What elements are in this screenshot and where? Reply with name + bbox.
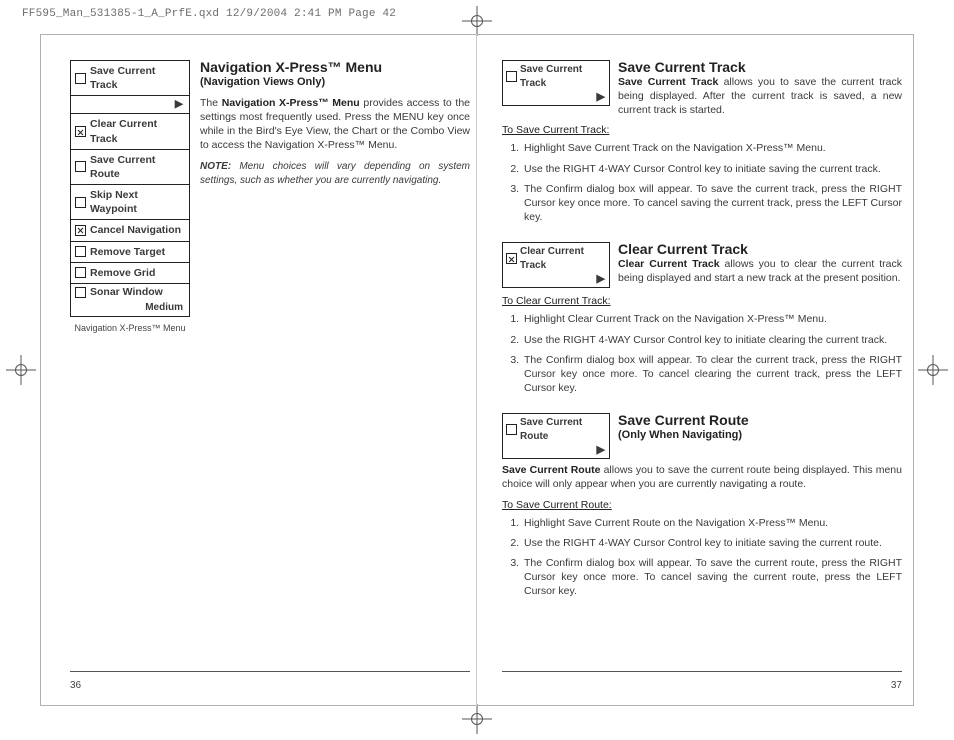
step-item: The Confirm dialog box will appear. To s… <box>522 556 902 599</box>
mini-menu-label: Save Current Route <box>520 416 606 443</box>
figure-caption: Navigation X-Press™ Menu <box>70 322 190 334</box>
menu-item-label: Remove Grid <box>90 266 155 280</box>
mini-menu-clear-track: Clear Current Track ▶ <box>502 242 610 288</box>
section-title: Save Current Route <box>618 413 902 428</box>
arrow-icon: ▶ <box>175 97 183 111</box>
save-track-icon <box>75 73 86 84</box>
step-item: Use the RIGHT 4-WAY Cursor Control key t… <box>522 162 902 176</box>
page-number-left: 36 <box>70 679 81 693</box>
clear-track-icon <box>75 126 86 137</box>
registration-mark-left <box>6 355 36 385</box>
note-paragraph: NOTE: Menu choices will vary depending o… <box>200 160 470 187</box>
menu-item: Skip Next Waypoint <box>71 185 189 220</box>
page-number-right: 37 <box>891 679 902 693</box>
remove-grid-icon <box>75 267 86 278</box>
menu-item: Clear Current Track <box>71 114 189 149</box>
menu-item-label: Save Current Route <box>90 153 185 181</box>
mini-menu-save-track: Save Current Track ▶ <box>502 60 610 106</box>
section-subtitle: (Only When Navigating) <box>618 428 902 443</box>
lead-paragraph: Clear Current Track allows you to clear … <box>618 257 902 285</box>
cancel-nav-icon <box>75 225 86 236</box>
save-route-icon <box>75 161 86 172</box>
menu-item-label: Save Current Track <box>90 64 185 92</box>
menu-item-label: Clear Current Track <box>90 117 185 145</box>
steps-list: Highlight Save Current Route on the Navi… <box>502 516 902 599</box>
lead-paragraph: Save Current Route allows you to save th… <box>502 463 902 491</box>
menu-item-label: Skip Next Waypoint <box>90 188 185 216</box>
section-save-route: Save Current Route ▶ Save Current Route … <box>502 413 902 598</box>
menu-item-sonar: Sonar Window Medium <box>71 284 189 317</box>
registration-mark-top <box>462 6 492 36</box>
steps-list: Highlight Save Current Track on the Navi… <box>502 141 902 224</box>
registration-mark-right <box>918 355 948 385</box>
menu-item: Save Current Track <box>71 61 189 96</box>
step-item: Highlight Save Current Track on the Navi… <box>522 141 902 155</box>
arrow-icon: ▶ <box>503 445 609 458</box>
right-page: Save Current Track ▶ Save Current Track … <box>502 60 902 680</box>
menu-item: Remove Target <box>71 242 189 263</box>
registration-mark-bottom <box>462 704 492 734</box>
save-route-icon <box>506 424 517 435</box>
left-page: Save Current Track ▶ Clear Current Track… <box>70 60 470 680</box>
footer-rule <box>70 671 470 672</box>
footer-rule <box>502 671 902 672</box>
steps-list: Highlight Clear Current Track on the Nav… <box>502 312 902 395</box>
save-track-icon <box>506 71 517 82</box>
xpress-menu-figure: Save Current Track ▶ Clear Current Track… <box>70 60 190 335</box>
remove-target-icon <box>75 246 86 257</box>
lead-paragraph: Save Current Track allows you to save th… <box>618 75 902 118</box>
skip-waypoint-icon <box>75 197 86 208</box>
menu-item-label: Cancel Navigation <box>90 223 181 237</box>
menu-item-value: Medium <box>145 302 185 313</box>
sonar-icon <box>75 287 86 298</box>
menu-item-label: Remove Target <box>90 245 165 259</box>
step-item: The Confirm dialog box will appear. To s… <box>522 182 902 225</box>
menu-item: Cancel Navigation <box>71 220 189 241</box>
mini-menu-label: Clear Current Track <box>520 245 606 272</box>
clear-track-icon <box>506 253 517 264</box>
intro-paragraph: The Navigation X-Press™ Menu provides ac… <box>200 96 470 153</box>
print-header: FF595_Man_531385-1_A_PrfE.qxd 12/9/2004 … <box>22 8 396 20</box>
step-item: Highlight Save Current Route on the Navi… <box>522 516 902 530</box>
page-title: Navigation X-Press™ Menu <box>200 60 470 75</box>
step-item: Highlight Clear Current Track on the Nav… <box>522 312 902 326</box>
section-title: Save Current Track <box>618 60 902 75</box>
howto-heading: To Clear Current Track: <box>502 294 902 308</box>
mini-menu-save-route: Save Current Route ▶ <box>502 413 610 459</box>
arrow-icon: ▶ <box>503 274 609 287</box>
spine-fold <box>476 34 477 706</box>
menu-item-label: Sonar Window <box>90 287 163 299</box>
howto-heading: To Save Current Track: <box>502 123 902 137</box>
step-item: Use the RIGHT 4-WAY Cursor Control key t… <box>522 333 902 347</box>
howto-heading: To Save Current Route: <box>502 498 902 512</box>
intro-block: Navigation X-Press™ Menu (Navigation Vie… <box>200 60 470 187</box>
mini-menu-label: Save Current Track <box>520 63 606 90</box>
page-subtitle: (Navigation Views Only) <box>200 75 470 90</box>
step-item: The Confirm dialog box will appear. To c… <box>522 353 902 396</box>
menu-arrow-row: ▶ <box>71 96 189 114</box>
section-clear-track: Clear Current Track ▶ Clear Current Trac… <box>502 242 902 395</box>
arrow-icon: ▶ <box>503 92 609 105</box>
step-item: Use the RIGHT 4-WAY Cursor Control key t… <box>522 536 902 550</box>
menu-item: Save Current Route <box>71 150 189 185</box>
section-save-track: Save Current Track ▶ Save Current Track … <box>502 60 902 224</box>
menu-item: Remove Grid <box>71 263 189 284</box>
section-title: Clear Current Track <box>618 242 902 257</box>
xpress-menu-table: Save Current Track ▶ Clear Current Track… <box>70 60 190 317</box>
